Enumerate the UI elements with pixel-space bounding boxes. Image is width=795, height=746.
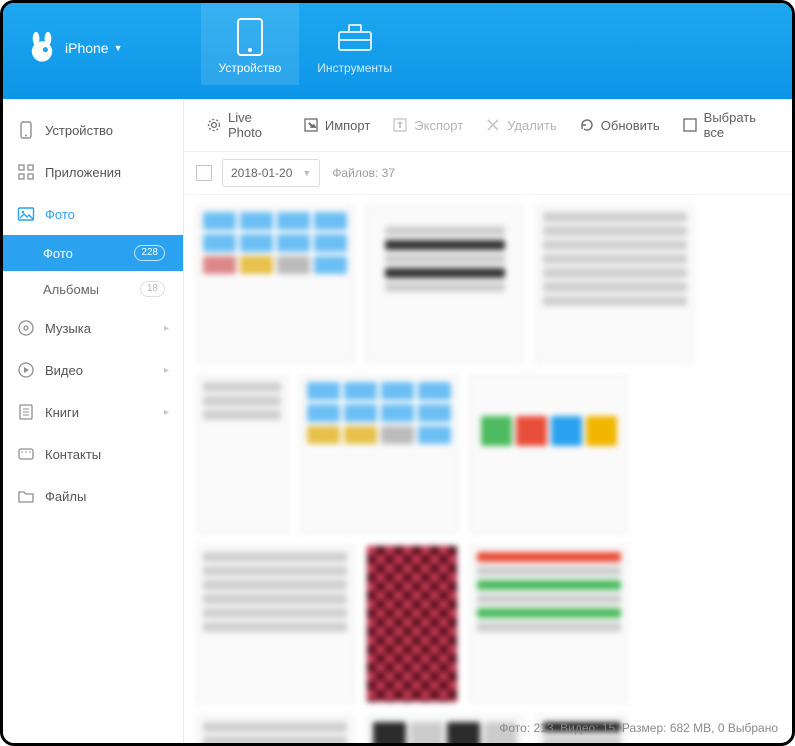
- file-count: Файлов: 37: [332, 166, 395, 180]
- sidebar-sub-albums[interactable]: Альбомы 18: [3, 271, 183, 307]
- photo-thumb[interactable]: [196, 375, 288, 533]
- sidebar-item-music[interactable]: Музыка ▸: [3, 307, 183, 349]
- delete-icon: [485, 117, 501, 133]
- tablet-icon: [219, 15, 282, 59]
- apps-icon: [17, 163, 35, 181]
- select-all-checkbox[interactable]: [196, 165, 212, 181]
- date-picker[interactable]: 2018-01-20 ▼: [222, 159, 320, 187]
- refresh-button[interactable]: Обновить: [569, 109, 670, 141]
- photo-thumb[interactable]: [366, 205, 524, 363]
- photo-icon: [17, 205, 35, 223]
- chevron-down-icon: ▼: [114, 43, 123, 53]
- button-label: Обновить: [601, 118, 660, 133]
- book-icon: [17, 403, 35, 421]
- photo-thumb[interactable]: [196, 205, 354, 363]
- sidebar-item-files[interactable]: Файлы: [3, 475, 183, 517]
- button-label: Live Photo: [228, 110, 281, 140]
- photo-thumb[interactable]: [470, 545, 628, 703]
- sidebar-label: Музыка: [45, 321, 91, 336]
- button-label: Экспорт: [414, 118, 463, 133]
- contacts-icon: [17, 445, 35, 463]
- sidebar-item-device[interactable]: Устройство: [3, 109, 183, 151]
- sidebar-item-photos[interactable]: Фото: [3, 193, 183, 235]
- header-tab-label: Устройство: [219, 61, 282, 75]
- sidebar-label: Видео: [45, 363, 83, 378]
- sidebar-label: Контакты: [45, 447, 101, 462]
- photo-thumb[interactable]: [366, 545, 458, 703]
- import-icon: [303, 117, 319, 133]
- button-label: Выбрать все: [704, 110, 770, 140]
- device-icon: [17, 121, 35, 139]
- export-icon: [392, 117, 408, 133]
- sidebar-sub-photos[interactable]: Фото 228: [3, 235, 183, 271]
- count-badge: 18: [140, 281, 165, 297]
- refresh-icon: [579, 117, 595, 133]
- sidebar-item-video[interactable]: Видео ▸: [3, 349, 183, 391]
- photo-thumb[interactable]: [196, 715, 354, 743]
- sidebar-sub-label: Фото: [43, 246, 73, 261]
- photo-grid: [184, 195, 792, 743]
- photo-thumb[interactable]: [196, 545, 354, 703]
- app-logo-icon: [25, 31, 59, 65]
- sidebar-label: Файлы: [45, 489, 86, 504]
- count-badge: 228: [134, 245, 165, 261]
- sidebar: Устройство Приложения Фото Фото 228 Альб…: [3, 99, 184, 743]
- live-photo-button[interactable]: Live Photo: [196, 109, 291, 141]
- export-button[interactable]: Экспорт: [382, 109, 473, 141]
- sidebar-item-books[interactable]: Книги ▸: [3, 391, 183, 433]
- checkbox-icon: [682, 117, 698, 133]
- video-icon: [17, 361, 35, 379]
- sidebar-item-apps[interactable]: Приложения: [3, 151, 183, 193]
- button-label: Импорт: [325, 118, 370, 133]
- sidebar-label: Фото: [45, 207, 75, 222]
- header-tab-label: Инструменты: [317, 61, 392, 75]
- status-bar: Фото: 213, Видео: 15, Размер: 682 MB, 0 …: [499, 721, 778, 735]
- chevron-right-icon: ▸: [164, 407, 169, 418]
- delete-button[interactable]: Удалить: [475, 109, 567, 141]
- photo-thumb[interactable]: [300, 375, 458, 533]
- header-tab-tools[interactable]: Инструменты: [299, 3, 410, 85]
- app-header: iPhone ▼ Устройство Инструменты: [3, 3, 792, 99]
- main-panel: Live Photo Импорт Экспорт Удалить Обнови…: [184, 99, 792, 743]
- chevron-down-icon: ▼: [302, 168, 311, 178]
- live-photo-icon: [206, 117, 222, 133]
- date-picker-value: 2018-01-20: [231, 166, 292, 180]
- sidebar-label: Книги: [45, 405, 79, 420]
- sidebar-sub-label: Альбомы: [43, 282, 99, 297]
- select-all-button[interactable]: Выбрать все: [672, 109, 780, 141]
- filter-bar: 2018-01-20 ▼ Файлов: 37: [184, 152, 792, 195]
- import-button[interactable]: Импорт: [293, 109, 380, 141]
- device-name: iPhone: [65, 40, 109, 56]
- chevron-right-icon: ▸: [164, 323, 169, 334]
- header-tab-device[interactable]: Устройство: [201, 3, 300, 85]
- chevron-right-icon: ▸: [164, 365, 169, 376]
- photo-thumb[interactable]: [470, 375, 628, 533]
- music-icon: [17, 319, 35, 337]
- sidebar-item-contacts[interactable]: Контакты: [3, 433, 183, 475]
- device-selector[interactable]: iPhone ▼: [3, 3, 141, 65]
- files-icon: [17, 487, 35, 505]
- photo-thumb[interactable]: [536, 205, 694, 363]
- sidebar-label: Устройство: [45, 123, 113, 138]
- button-label: Удалить: [507, 118, 557, 133]
- toolbar: Live Photo Импорт Экспорт Удалить Обнови…: [184, 99, 792, 152]
- header-tabs: Устройство Инструменты: [201, 3, 411, 85]
- sidebar-label: Приложения: [45, 165, 121, 180]
- toolbox-icon: [317, 15, 392, 59]
